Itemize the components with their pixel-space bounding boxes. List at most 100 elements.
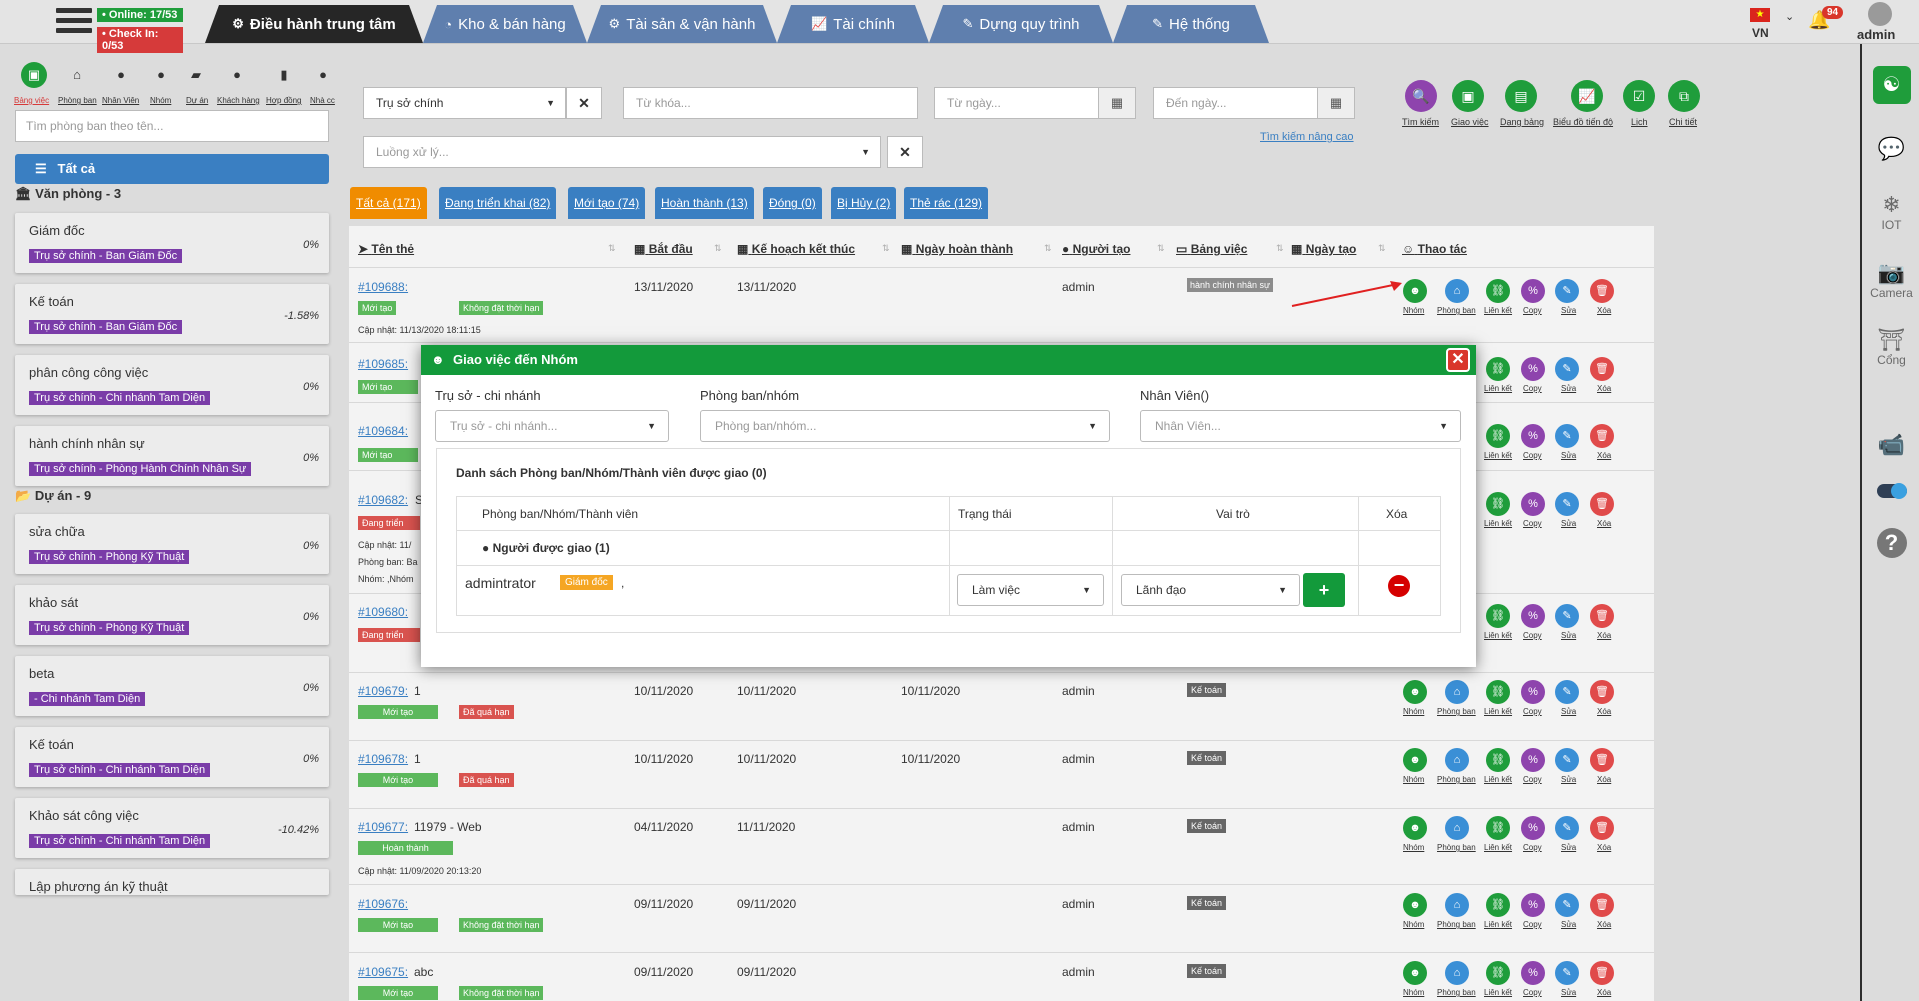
tab-dung-quy-trinh[interactable]: ✎ Dựng quy trình [929, 5, 1113, 43]
edit-icon[interactable]: ✎ [1555, 424, 1579, 448]
customer-icon[interactable]: ● [224, 62, 250, 88]
to-date-input[interactable]: Đến ngày... [1153, 87, 1318, 119]
tool-label-calendar[interactable]: Lịch [1631, 117, 1648, 127]
action-label[interactable]: Nhóm [1403, 707, 1424, 716]
department-select[interactable]: Phòng ban/nhóm... ▼ [700, 410, 1110, 442]
action-label[interactable]: Phòng ban [1437, 306, 1476, 315]
project-icon[interactable]: ▰ [183, 62, 209, 88]
flow-select[interactable]: Luồng xử lý... ▼ [363, 136, 881, 168]
edit-icon[interactable]: ✎ [1555, 492, 1579, 516]
sort-icon[interactable]: ⇅ [1044, 243, 1052, 254]
tab-done[interactable]: Hoàn thành (13) [655, 187, 754, 219]
copy-icon[interactable]: % [1521, 357, 1545, 381]
action-label[interactable]: Xóa [1597, 631, 1611, 640]
camera-item[interactable]: 📷 Camera [1862, 260, 1919, 300]
edit-icon[interactable]: ✎ [1555, 893, 1579, 917]
sidebar-label-dept[interactable]: Phòng ban [58, 96, 97, 105]
trash-icon[interactable]: 🗑 [1590, 604, 1614, 628]
group-icon[interactable]: ☻ [1403, 961, 1427, 985]
link-icon[interactable]: ⛓ [1486, 893, 1510, 917]
action-label[interactable]: Liên kết [1484, 519, 1512, 528]
edit-icon[interactable]: ✎ [1555, 680, 1579, 704]
department-icon[interactable]: ⌂ [1445, 893, 1469, 917]
sort-icon[interactable]: ⇅ [1276, 243, 1284, 254]
table-view-icon[interactable]: ▤ [1505, 80, 1537, 112]
copy-icon[interactable]: % [1521, 604, 1545, 628]
link-icon[interactable]: ⛓ [1486, 424, 1510, 448]
list-item[interactable]: Kế toán Trụ sở chính - Chi nhánh Tam Diện… [15, 727, 329, 787]
supplier-icon[interactable]: ● [310, 62, 336, 88]
list-item[interactable]: Lập phương án kỹ thuật [15, 869, 329, 895]
group-icon[interactable]: ☻ [1403, 748, 1427, 772]
action-label[interactable]: Copy [1523, 451, 1542, 460]
trash-icon[interactable]: 🗑 [1590, 816, 1614, 840]
sort-icon[interactable]: ⇅ [608, 243, 616, 254]
chevron-down-icon[interactable]: ⌄ [1785, 10, 1794, 23]
department-search-input[interactable]: Tìm phòng ban theo tên... [15, 110, 329, 142]
action-label[interactable]: Copy [1523, 306, 1542, 315]
action-label[interactable]: Copy [1523, 519, 1542, 528]
trash-icon[interactable]: 🗑 [1590, 492, 1614, 516]
action-label[interactable]: Copy [1523, 384, 1542, 393]
sidebar-label-contract[interactable]: Hợp đồng [266, 96, 302, 105]
action-label[interactable]: Nhóm [1403, 920, 1424, 929]
department-icon[interactable]: ⌂ [1445, 279, 1469, 303]
action-label[interactable]: Xóa [1597, 707, 1611, 716]
video-chat-icon[interactable]: 💬 [1862, 136, 1919, 162]
link-icon[interactable]: ⛓ [1486, 961, 1510, 985]
group-icon[interactable]: ● [148, 62, 174, 88]
sidebar-label-staff[interactable]: Nhân Viên [102, 96, 139, 105]
action-label[interactable]: Xóa [1597, 843, 1611, 852]
action-label[interactable]: Liên kết [1484, 451, 1512, 460]
col-start[interactable]: ▦ Bắt đầu [634, 242, 693, 256]
sort-icon[interactable]: ⇅ [882, 243, 890, 254]
menu-icon[interactable] [56, 8, 92, 36]
all-departments-button[interactable]: ☰ Tất cả [15, 154, 329, 184]
action-label[interactable]: Sửa [1561, 707, 1576, 716]
list-item[interactable]: khảo sát Trụ sở chính - Phòng Kỹ Thuật 0% [15, 585, 329, 645]
action-label[interactable]: Sửa [1561, 451, 1576, 460]
staff-select[interactable]: Nhân Viên... ▼ [1140, 410, 1461, 442]
trash-icon[interactable]: 🗑 [1590, 893, 1614, 917]
col-plan[interactable]: ▦ Kế hoạch kết thúc [737, 242, 855, 256]
tab-new[interactable]: Mới tạo (74) [568, 187, 646, 219]
copy-icon[interactable]: % [1521, 279, 1545, 303]
action-label[interactable]: Phòng ban [1437, 775, 1476, 784]
sidebar-label-project[interactable]: Dự án [186, 96, 208, 105]
clear-branch-button[interactable]: ✕ [566, 87, 602, 119]
action-label[interactable]: Xóa [1597, 306, 1611, 315]
advanced-search-link[interactable]: Tìm kiếm nâng cao [1260, 131, 1354, 143]
action-label[interactable]: Liên kết [1484, 843, 1512, 852]
remove-member-button[interactable]: − [1388, 575, 1410, 597]
tab-all[interactable]: Tất cả (171) [350, 187, 427, 219]
group-office[interactable]: 🏛 Văn phòng - 3 [15, 186, 121, 202]
edit-icon[interactable]: ✎ [1555, 961, 1579, 985]
action-label[interactable]: Phòng ban [1437, 707, 1476, 716]
trash-icon[interactable]: 🗑 [1590, 961, 1614, 985]
sort-icon[interactable]: ⇅ [1157, 243, 1165, 254]
list-item[interactable]: hành chính nhân sự Trụ sở chính - Phòng H… [15, 426, 329, 486]
sidebar-label-group[interactable]: Nhóm [150, 96, 171, 105]
action-label[interactable]: Phòng ban [1437, 843, 1476, 852]
search-icon[interactable]: 🔍 [1405, 80, 1437, 112]
sort-icon[interactable]: ⇅ [714, 243, 722, 254]
tool-label-search[interactable]: Tìm kiếm [1402, 117, 1439, 127]
group-project[interactable]: 📂 Dự án - 9 [15, 488, 91, 504]
task-id-link[interactable]: #109677: [358, 820, 408, 834]
member-status-select[interactable]: Làm việc ▼ [957, 574, 1104, 606]
action-label[interactable]: Liên kết [1484, 384, 1512, 393]
trash-icon[interactable]: 🗑 [1590, 357, 1614, 381]
contract-icon[interactable]: ▮ [271, 62, 297, 88]
sidebar-label-supplier[interactable]: Nhà cc [310, 96, 335, 105]
col-creator[interactable]: ● Người tạo [1062, 242, 1130, 256]
action-label[interactable]: Liên kết [1484, 920, 1512, 929]
edit-icon[interactable]: ✎ [1555, 357, 1579, 381]
task-id-link[interactable]: #109688: [358, 280, 408, 294]
col-board[interactable]: ▭ Bảng việc [1176, 242, 1247, 256]
action-label[interactable]: Liên kết [1484, 306, 1512, 315]
toggle-switch[interactable] [1862, 483, 1919, 501]
copy-icon[interactable]: % [1521, 816, 1545, 840]
link-icon[interactable]: ⛓ [1486, 604, 1510, 628]
list-item[interactable]: sửa chữa Trụ sở chính - Phòng Kỹ Thuật 0% [15, 514, 329, 574]
list-item[interactable]: phân công công việc Trụ sở chính - Chi nh… [15, 355, 329, 415]
